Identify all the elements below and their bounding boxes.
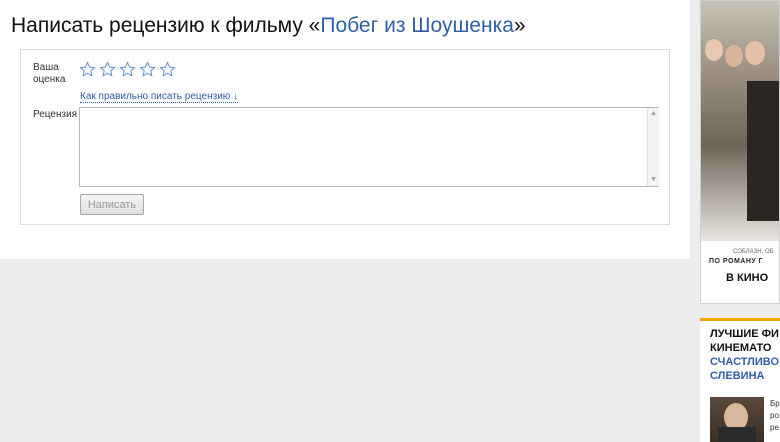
poster-figure — [747, 81, 779, 221]
rating-label: Ваша оценка — [33, 62, 66, 85]
ad-poster-image — [701, 1, 779, 241]
promo-snippet-1: Бр — [770, 399, 780, 408]
promo-snippet-2: ро — [770, 411, 779, 420]
star-1-icon[interactable] — [79, 61, 96, 78]
poster-face-1 — [705, 39, 723, 61]
promo-heading-line-2: КИНЕМАТО — [710, 342, 772, 354]
thumb-suit — [718, 427, 756, 442]
title-suffix: » — [513, 14, 526, 37]
submit-review-button[interactable]: Написать — [80, 194, 144, 215]
promo-heading-line-1: ЛУЧШИЕ ФИ — [710, 328, 779, 340]
promo-thumbnail-image[interactable] — [710, 397, 764, 442]
title-prefix: Написать рецензию к фильму « — [11, 14, 321, 37]
star-4-icon[interactable] — [139, 61, 156, 78]
promo-link-line-2[interactable]: СЛЕВИНА — [710, 369, 764, 383]
promo-block[interactable]: ЛУЧШИЕ ФИ КИНЕМАТО СЧАСТЛИВО СЛЕВИНА Бр … — [700, 318, 780, 442]
scroll-up-arrow-icon[interactable]: ▲ — [650, 110, 657, 118]
how-to-write-review-link[interactable]: Как правильно писать рецензию ↓ — [80, 91, 239, 103]
promo-snippet-3: ре — [770, 423, 779, 432]
ad-small-text: СОБЛАЗН. ОБ — [733, 249, 774, 255]
review-textarea[interactable] — [79, 107, 659, 187]
textarea-scrollbar[interactable]: ▲ ▼ — [647, 108, 659, 186]
main-content: Написать рецензию к фильму «Побег из Шоу… — [0, 0, 690, 259]
ad-novel-text: ПО РОМАНУ Г — [709, 258, 764, 265]
review-label: Рецензия — [33, 109, 78, 120]
star-2-icon[interactable] — [99, 61, 116, 78]
scroll-down-arrow-icon[interactable]: ▼ — [650, 176, 657, 184]
star-3-icon[interactable] — [119, 61, 136, 78]
poster-face-3 — [745, 41, 765, 65]
ad-banner[interactable]: СОБЛАЗН. ОБ ПО РОМАНУ Г В КИНО — [700, 0, 780, 304]
film-link[interactable]: Побег из Шоушенка — [320, 14, 514, 37]
promo-link-line-1[interactable]: СЧАСТЛИВО — [710, 355, 779, 369]
poster-face-2 — [725, 45, 743, 67]
ad-cinema-text: В КИНО — [726, 272, 769, 284]
star-rating[interactable] — [79, 61, 176, 78]
page-title: Написать рецензию к фильму «Побег из Шоу… — [11, 14, 526, 38]
review-form: Ваша оценка Как правильно писать рецензи… — [20, 49, 670, 225]
star-5-icon[interactable] — [159, 61, 176, 78]
